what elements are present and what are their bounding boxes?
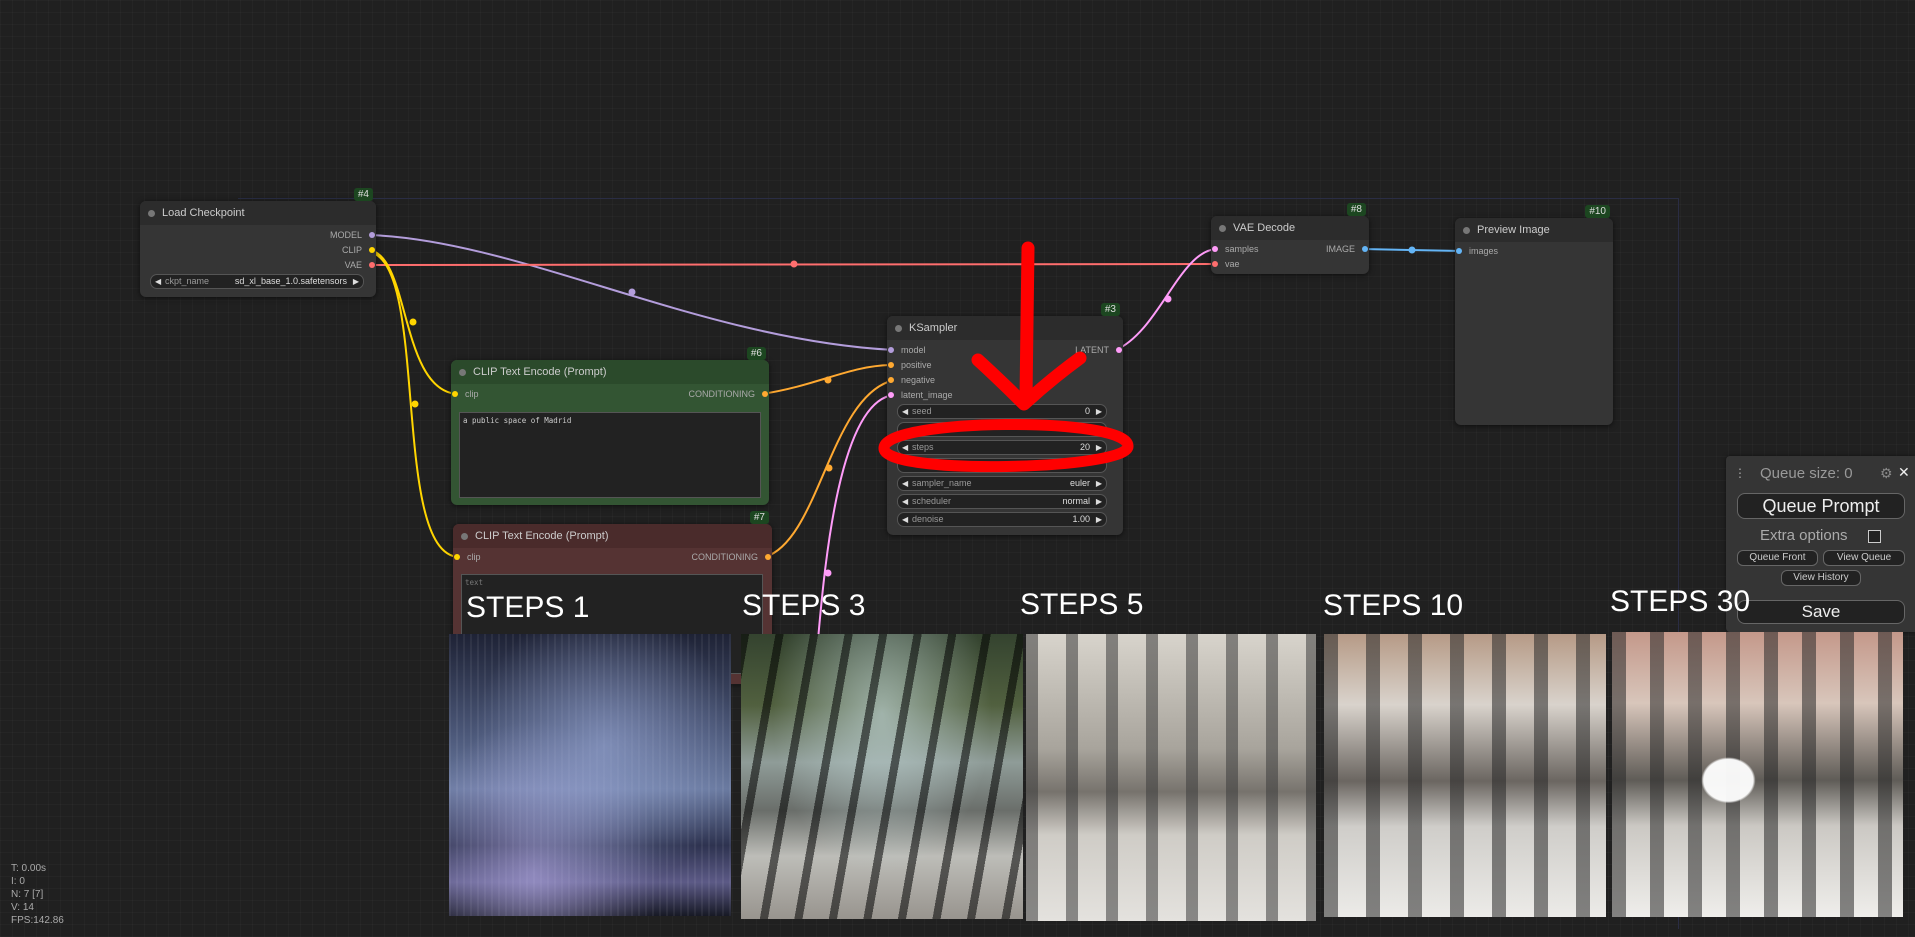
stat-time: T: 0.00s [11, 863, 47, 874]
steps-1-image [449, 634, 731, 916]
steps-label-3: STEPS 3 [742, 589, 866, 622]
steps-label-30: STEPS 30 [1610, 585, 1751, 618]
render-stats: T: 0.00s I: 0 N: 7 [7] V: 14 FPS:142.86 [11, 862, 64, 927]
queue-prompt-button[interactable]: Queue Prompt [1737, 493, 1905, 519]
steps-3-image [741, 634, 1023, 919]
steps-5-image [1026, 634, 1316, 921]
queue-panel: ⋮ Queue size: 0 ⚙ ✕ Queue Prompt Extra o… [1726, 456, 1915, 632]
stat-iterations: I: 0 [11, 876, 25, 887]
annotation-ellipse-icon [878, 419, 1134, 473]
extra-options-label: Extra options [1760, 527, 1848, 544]
drag-handle-icon[interactable]: ⋮ [1734, 466, 1746, 480]
view-history-button[interactable]: View History [1781, 570, 1861, 586]
stat-fps: FPS:142.86 [11, 915, 64, 926]
view-queue-button[interactable]: View Queue [1823, 550, 1905, 566]
steps-label-1: STEPS 1 [466, 591, 590, 624]
close-icon[interactable]: ✕ [1898, 464, 1910, 481]
queue-front-button[interactable]: Queue Front [1737, 550, 1818, 566]
steps-label-10: STEPS 10 [1323, 589, 1464, 622]
extra-options-checkbox[interactable] [1868, 530, 1881, 543]
steps-10-image [1324, 634, 1606, 917]
save-button[interactable]: Save [1737, 600, 1905, 624]
settings-gear-icon[interactable]: ⚙ [1880, 465, 1893, 482]
stat-nodes: N: 7 [7] [11, 889, 44, 900]
stat-visible: V: 14 [11, 902, 34, 913]
steps-30-image [1612, 632, 1903, 917]
steps-label-5: STEPS 5 [1020, 588, 1144, 621]
annotation-arrow-icon [971, 241, 1087, 411]
queue-size-label: Queue size: 0 [1760, 465, 1853, 482]
